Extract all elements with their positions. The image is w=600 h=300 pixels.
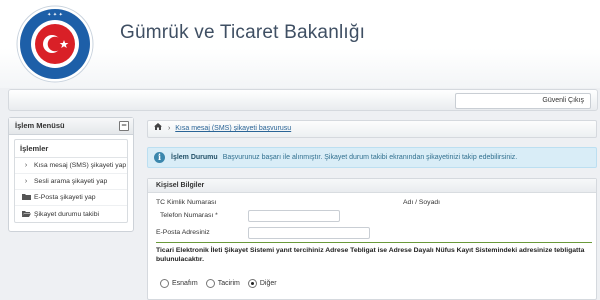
- name-label: Adı / Soyadı: [403, 199, 441, 206]
- status-info-box: i İşlem Durumu Başvurunuz başarı ile alı…: [147, 147, 597, 168]
- radio-label: Esnafım: [172, 280, 198, 287]
- status-title: İşlem Durumu: [171, 154, 218, 161]
- collapse-icon[interactable]: −: [119, 121, 129, 131]
- sidebar-section-title: İşlemler: [15, 140, 127, 158]
- info-icon: i: [154, 152, 165, 163]
- personal-info-panel: Kişisel Bilgiler TC Kimlik Numarası Adı …: [147, 178, 597, 300]
- sidebar-title: İşlem Menüsü: [15, 121, 65, 130]
- sidebar-item-label: Kısa mesaj (SMS) şikayeti yap: [34, 162, 127, 169]
- page-title: Gümrük ve Ticaret Bakanlığı: [120, 22, 366, 43]
- radio-label: Diğer: [259, 280, 277, 287]
- occupation-radio-group: Esnafım Tacirim Diğer: [160, 279, 285, 288]
- sidebar-item-label: E-Posta şikayeti yap: [34, 194, 96, 201]
- sidebar-item-voice-call-complaint[interactable]: › Sesli arama şikayeti yap: [15, 174, 127, 190]
- phone-label: Telefon Numarası *: [160, 212, 218, 219]
- email-label: E-Posta Adresiniz: [156, 229, 210, 236]
- radio-diger[interactable]: Diğer: [247, 279, 277, 288]
- radio-button[interactable]: [205, 279, 215, 288]
- logout-button[interactable]: Güvenli Çıkış: [455, 93, 591, 109]
- section-divider: [156, 242, 592, 243]
- email-field[interactable]: [248, 227, 370, 239]
- notification-notice: Ticari Elektronik İleti Şikayet Sistemi …: [156, 247, 585, 263]
- breadcrumb-separator: ›: [167, 125, 171, 132]
- chevron-right-icon: ›: [24, 162, 28, 169]
- top-toolbar: Güvenli Çıkış: [8, 89, 598, 111]
- home-icon[interactable]: [154, 123, 164, 132]
- chevron-right-icon: ›: [24, 178, 28, 185]
- radio-button[interactable]: [160, 279, 169, 288]
- tc-value: [248, 199, 338, 208]
- tc-label: TC Kimlik Numarası: [156, 199, 217, 206]
- svg-text:✦ ✦ ✦: ✦ ✦ ✦: [47, 12, 63, 18]
- breadcrumb-link[interactable]: Kısa mesaj (SMS) şikayeti başvurusu: [175, 125, 291, 132]
- sidebar-item-label: Sesli arama şikayeti yap: [34, 178, 108, 185]
- folder-open-icon: [21, 210, 31, 219]
- radio-tacirim[interactable]: Tacirim: [205, 279, 240, 288]
- folder-icon: [21, 193, 31, 202]
- sidebar-header: İşlem Menüsü −: [9, 118, 133, 135]
- page-header: ✦ ✦ ✦ Gümrük ve Ticaret Bakanlığı: [0, 0, 600, 88]
- sidebar-item-label: Şikayet durumu takibi: [34, 210, 99, 218]
- sidebar-item-email-complaint[interactable]: E-Posta şikayeti yap: [15, 190, 127, 206]
- personal-info-title: Kişisel Bilgiler: [148, 179, 596, 193]
- sidebar-menu: İşlem Menüsü − İşlemler › Kısa mesaj (SM…: [8, 117, 134, 232]
- breadcrumb: › Kısa mesaj (SMS) şikayeti başvurusu: [147, 120, 597, 138]
- phone-field[interactable]: [248, 210, 340, 222]
- radio-label: Tacirim: [217, 280, 240, 287]
- status-message: Başvurunuz başarı ile alınmıştır. Şikaye…: [222, 154, 518, 161]
- sidebar-list: İşlemler › Kısa mesaj (SMS) şikayeti yap…: [14, 139, 128, 223]
- ministry-seal-icon: ✦ ✦ ✦: [16, 5, 94, 83]
- radio-button-selected[interactable]: [247, 279, 257, 288]
- sidebar-item-complaint-tracking[interactable]: Şikayet durumu takibi: [15, 206, 127, 222]
- sidebar-item-sms-complaint[interactable]: › Kısa mesaj (SMS) şikayeti yap: [15, 158, 127, 174]
- radio-esnafim[interactable]: Esnafım: [160, 279, 198, 288]
